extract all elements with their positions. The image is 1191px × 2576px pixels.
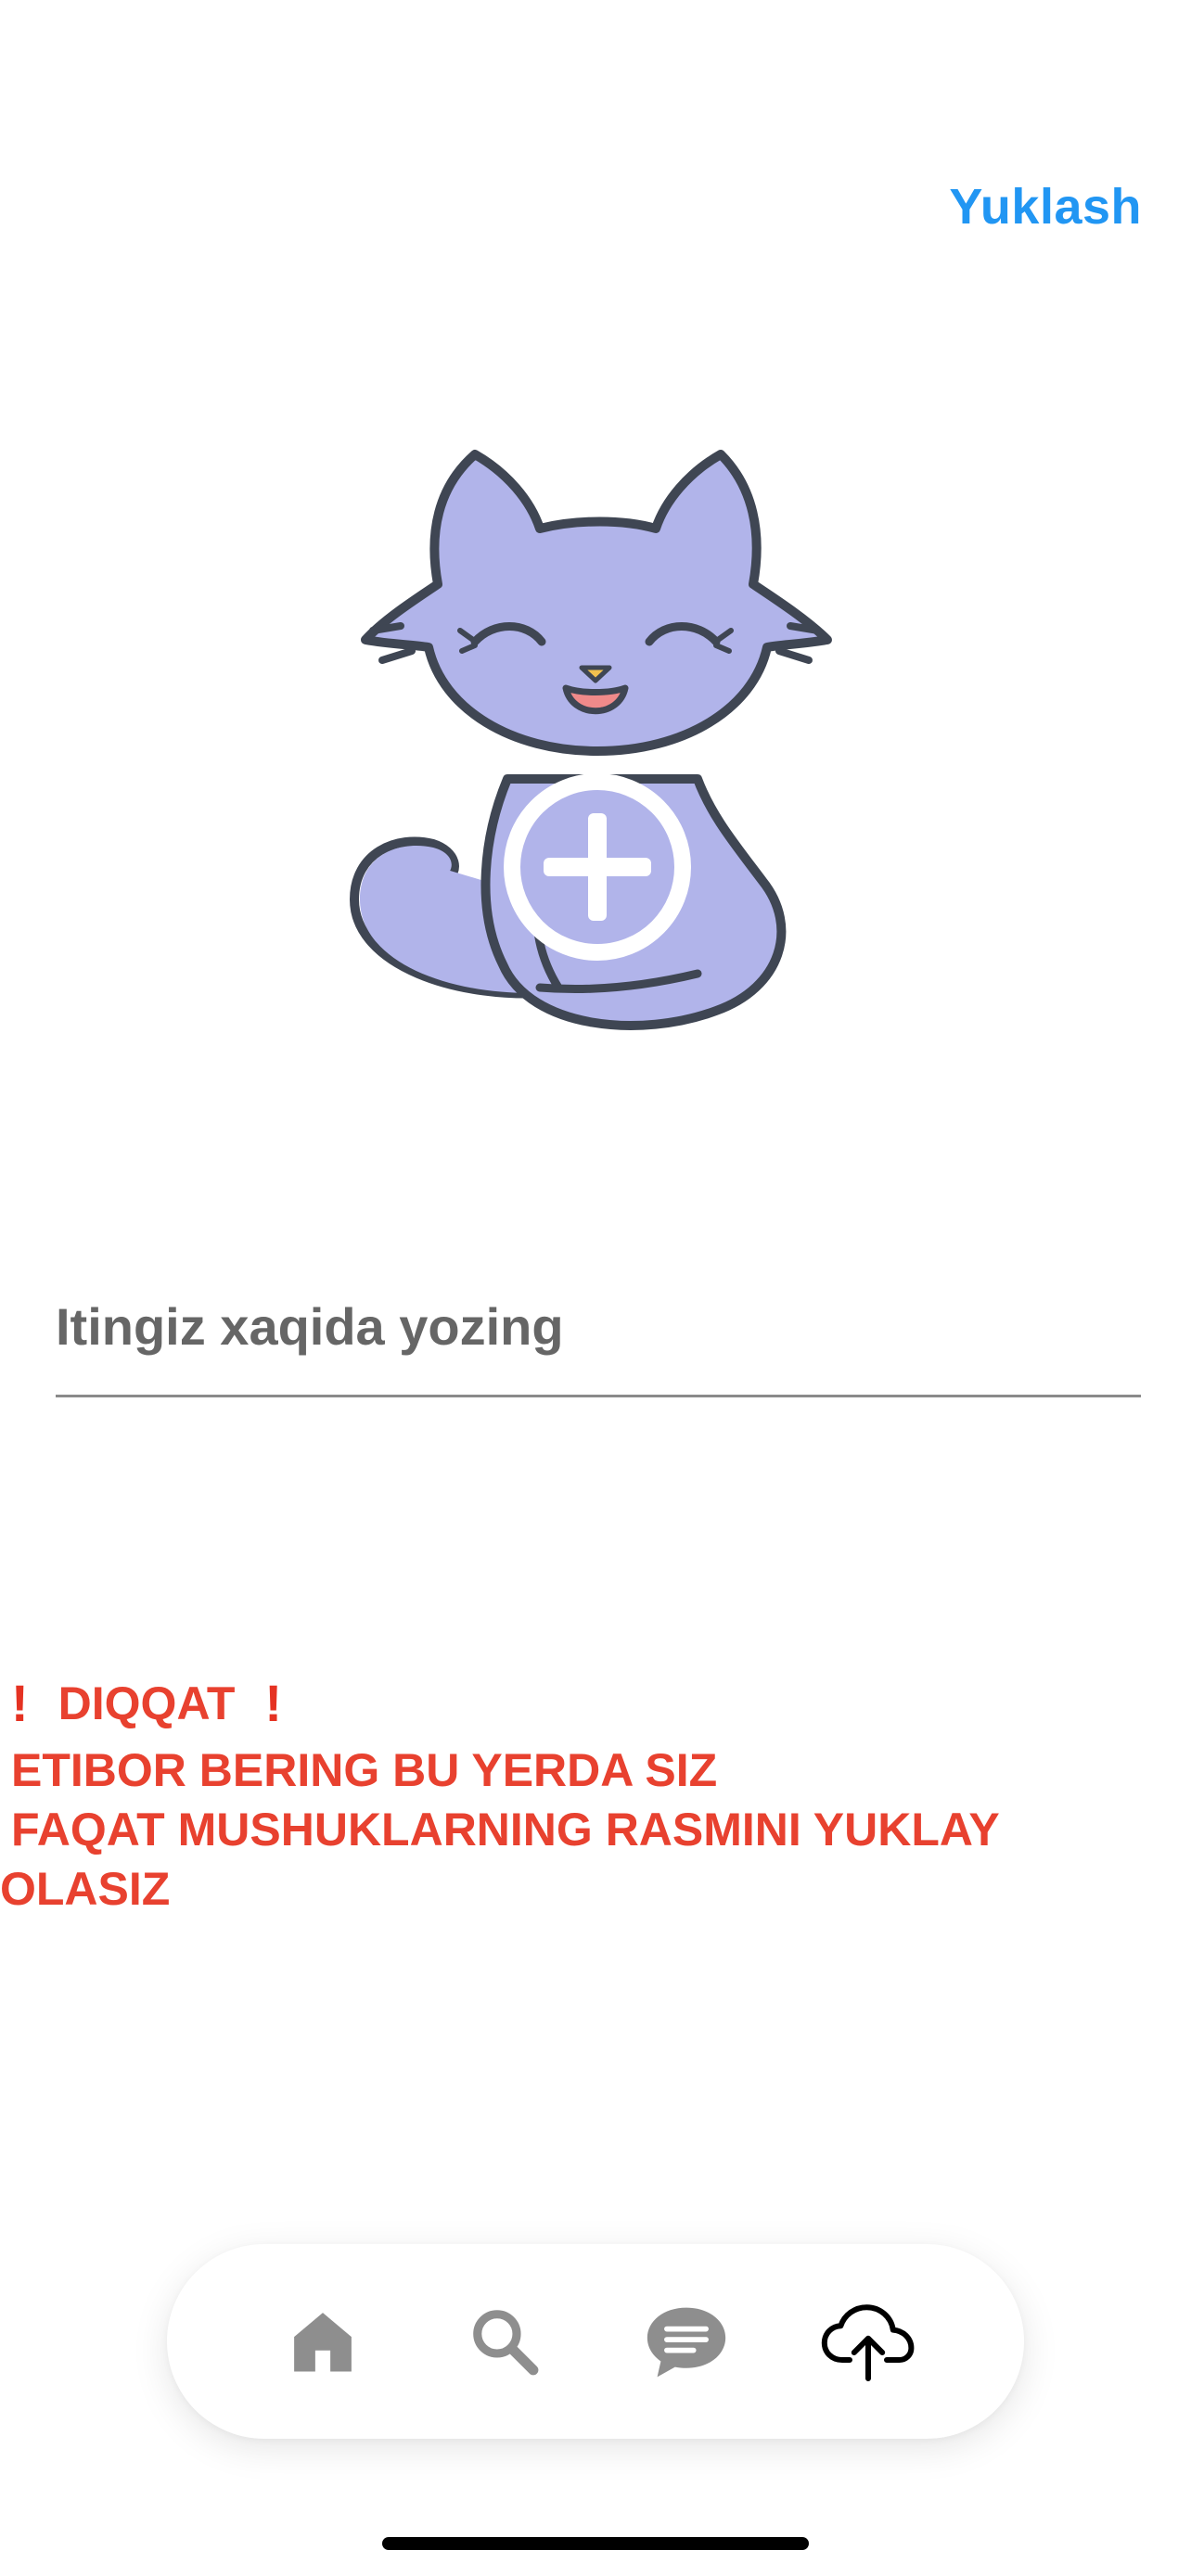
search-icon [473,2310,539,2376]
bottom-tab-bar [167,2244,1024,2439]
tab-home[interactable] [272,2290,374,2392]
tab-chat[interactable] [635,2290,737,2392]
warning-message: ! DIQQAT ! ETIBOR BERING BU YERDA SIZ FA… [0,1674,1191,1919]
warning-title: DIQQAT [58,1677,236,1729]
description-field[interactable] [56,1280,1141,1397]
upload-screen: Yuklash Itingiz xaqida yozing ! DIQQAT !… [0,0,1191,2576]
exclamation-icon: ! [11,1674,29,1732]
cloud-upload-icon [821,2304,915,2381]
warning-title-row: ! DIQQAT ! [0,1674,1191,1733]
home-indicator [382,2537,809,2550]
upload-button[interactable]: Yuklash [949,178,1142,236]
chat-icon [647,2307,726,2378]
tab-search[interactable] [454,2290,556,2392]
warning-line-2: FAQAT MUSHUKLARNING RASMINI YUKLAY [11,1804,1000,1855]
tab-upload[interactable] [817,2290,919,2392]
home-icon [294,2313,352,2372]
cat-placeholder-icon [349,450,832,1030]
warning-line-3: OLASIZ [0,1863,171,1915]
image-picker[interactable] [345,445,846,1048]
warning-line-1: ETIBOR BERING BU YERDA SIZ [11,1744,718,1796]
plus-icon-v [588,813,607,921]
description-input[interactable] [56,1280,1141,1372]
exclamation-icon: ! [264,1674,283,1732]
